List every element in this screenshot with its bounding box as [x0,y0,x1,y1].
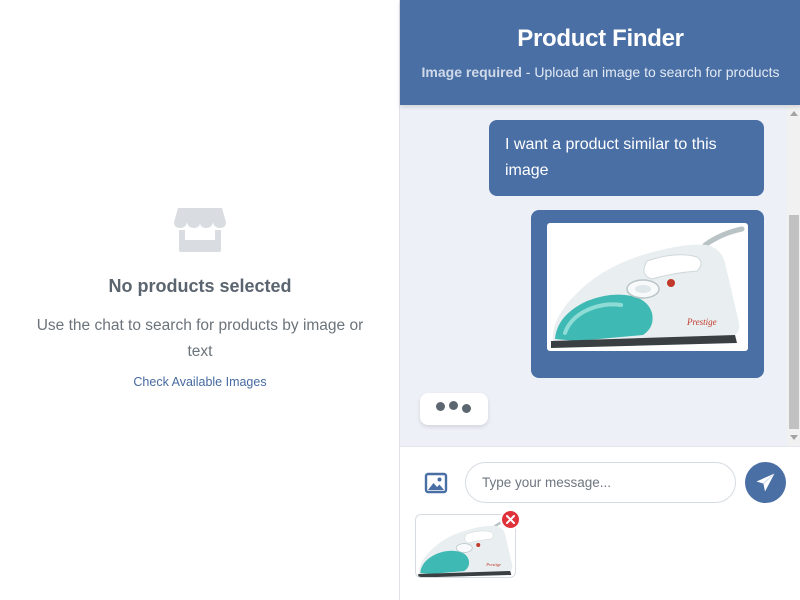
message-list: I want a product similar to this image P… [400,105,800,446]
steam-iron-photo: Prestige [547,223,748,351]
typing-dot [449,401,458,410]
chat-title: Product Finder [517,25,684,52]
user-message-image: Prestige [531,210,764,378]
send-icon [756,473,775,492]
empty-title: No products selected [108,276,292,296]
typing-dot [436,402,445,411]
app-root: No products selected Use the chat to sea… [0,0,800,600]
subtitle-rest: - Upload an image to search for products [521,64,780,80]
message-input[interactable] [465,462,736,503]
check-available-images-link[interactable]: Check Available Images [133,375,266,389]
product-panel: No products selected Use the chat to sea… [0,0,400,600]
message-scrollbar[interactable] [787,105,800,446]
svg-text:Prestige: Prestige [686,317,717,327]
empty-description: Use the chat to search for products by i… [36,317,364,360]
image-upload-icon[interactable] [422,469,450,497]
chat-header: Product Finder Image required - Upload a… [400,0,800,105]
chat-panel: Product Finder Image required - Upload a… [399,0,800,600]
typing-indicator [420,393,488,425]
close-icon [506,515,515,524]
empty-state: No products selected Use the chat to sea… [0,200,400,391]
scroll-up-icon[interactable] [790,111,798,116]
chat-subtitle: Image required - Upload an image to sear… [400,64,800,80]
svg-text:Prestige: Prestige [485,562,501,567]
typing-dot [462,404,471,413]
user-message-text: I want a product similar to this image [489,120,764,196]
scroll-thumb[interactable] [789,215,799,429]
store-icon [174,208,226,252]
send-button[interactable] [745,462,786,503]
chat-input-area: Prestige [400,446,800,600]
scroll-down-icon[interactable] [790,435,798,440]
subtitle-strong: Image required [421,64,522,80]
remove-attachment-button[interactable] [500,509,521,530]
